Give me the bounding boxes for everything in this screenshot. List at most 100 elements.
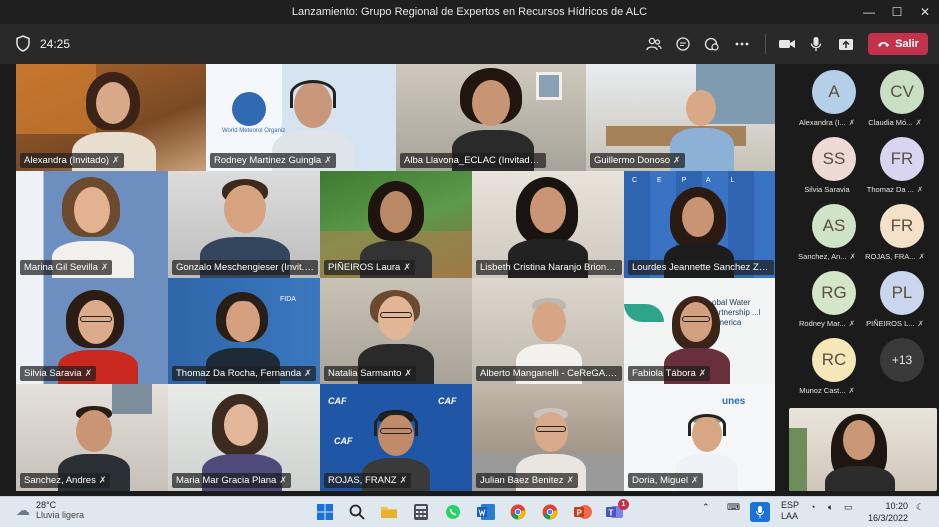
roster-item[interactable]: CV Claudia Mó... ✗ [859,64,931,132]
avatar: FR [880,204,924,248]
avatar: CV [880,70,924,114]
reactions-icon[interactable] [700,32,724,56]
video-tile[interactable]: PIÑEIROS Laura ✗ [320,171,472,278]
file-explorer-icon[interactable] [379,502,399,522]
roster-name: ROJAS, FRA... [865,252,916,261]
weather-widget[interactable]: ☁ 28°C Lluvia ligera [16,500,84,520]
roster-item[interactable]: RG Rodney Mar... ✗ [791,265,863,333]
video-tile[interactable]: FIDA Thomaz Da Rocha, Fernanda ✗ [168,278,320,384]
video-tile[interactable]: Guillermo Donoso ✗ [586,64,775,171]
chrome-icon[interactable] [540,502,560,522]
roster-item[interactable]: AS Sanchez, An... ✗ [791,198,863,266]
roster-item[interactable]: FR Thomaz Da ... ✗ [859,131,931,199]
mic-off-icon: ✗ [915,118,922,127]
system-clock[interactable]: 10:20 16/3/2022 [858,500,908,524]
teams-icon[interactable]: T 1 [605,499,629,522]
roster-item[interactable]: SS Silvia Saravia [791,131,863,199]
clock-date: 16/3/2022 [867,513,908,523]
keyboard-layout: LAA [781,511,799,521]
clock-time: 10:20 [885,501,908,511]
video-tile[interactable]: Sanchez, Andres ✗ [16,384,168,491]
video-tile[interactable]: Marina Gil Sevilla ✗ [16,171,168,278]
participant-name: Marina Gil Sevilla ✗ [20,260,113,275]
mic-off-icon: ✗ [918,252,925,261]
word-icon[interactable] [476,502,496,522]
participant-name: Guillermo Donoso ✗ [590,153,685,168]
participant-name: Alexandra (Invitado) ✗ [20,153,124,168]
participant-name: ROJAS, FRANZ ✗ [324,473,412,488]
keyboard-icon[interactable]: ⌨ [727,502,740,513]
chevron-up-icon[interactable]: ⌃ [702,502,710,513]
roster-item[interactable]: PL PIÑEIROS L... ✗ [859,265,931,333]
roster-item[interactable]: RC Munoz Cast... ✗ [791,332,863,400]
battery-icon[interactable]: ▭ [844,502,853,513]
roster-name: Thomaz Da ... [866,185,914,194]
participant-name: Maria Mar Gracia Plana ✗ [172,473,291,488]
avatar: A [812,70,856,114]
video-tile[interactable]: Gonzalo Meschengieser (Invit...✗ [168,171,320,278]
video-tile[interactable]: Alba Llavona_ECLAC (Invitado)✗ [396,64,586,171]
mic-icon[interactable] [804,32,828,56]
leave-button[interactable]: Salir [868,33,928,55]
notification-badge: 1 [618,499,629,510]
participant-name: Doria, Miguel ✗ [628,473,703,488]
roster-name: PIÑEIROS L... [866,319,915,328]
participant-name: Fabiola Tábora ✗ [628,366,711,381]
video-tile[interactable]: Alexandra (Invitado) ✗ [16,64,206,171]
share-icon[interactable] [834,32,858,56]
search-icon[interactable] [347,502,367,522]
input-language[interactable]: ESP LAA [781,500,799,522]
self-view-video[interactable] [789,408,937,491]
close-button[interactable]: ✕ [911,0,939,24]
chat-icon[interactable] [671,32,695,56]
avatar: RC [812,338,856,382]
whatsapp-icon[interactable] [443,502,463,522]
roster-item[interactable]: A Alexandra (I... ✗ [791,64,863,132]
svg-text:P: P [577,509,583,518]
minimize-button[interactable]: — [855,0,883,24]
video-tile[interactable]: obal Water ...rtnership ...l America Fab… [624,278,775,384]
video-tile[interactable]: Lisbeth Cristina Naranjo Briones✗ [472,171,624,278]
mic-off-icon: ✗ [848,386,855,395]
video-tile[interactable]: World Meteorol Organiz Rodney Martinez G… [206,64,396,171]
leave-label: Salir [895,38,919,50]
roster-name: Claudia Mó... [868,118,913,127]
shield-icon [16,35,30,52]
mic-in-use-icon[interactable] [750,502,770,522]
fida-text: FIDA [280,296,296,303]
participant-name: Thomaz Da Rocha, Fernanda ✗ [172,366,316,381]
powerpoint-icon[interactable]: P [573,502,593,522]
video-tile[interactable]: CAF CAF CAF ROJAS, FRANZ ✗ [320,384,472,491]
video-tile[interactable]: unes Doria, Miguel ✗ [624,384,775,491]
roster-name: Sanchez, An... [798,252,847,261]
video-tile[interactable]: Silvia Saravia ✗ [16,278,168,384]
avatar: AS [812,204,856,248]
cepal-text: CEPAL [632,177,755,184]
weather-temperature: 28°C [36,500,57,510]
more-icon[interactable] [730,32,754,56]
video-tile[interactable]: Maria Mar Gracia Plana ✗ [168,384,320,491]
volume-icon[interactable]: 🔈︎ [828,502,833,513]
participant-name: Lourdes Jeannette Sanchez Z...✗ [628,260,774,275]
wifi-icon[interactable]: ◔ [810,502,815,512]
roster-overflow-button[interactable]: +13 [859,332,931,400]
participant-name: Alba Llavona_ECLAC (Invitado)✗ [400,153,546,168]
video-tile[interactable]: Natalia Sarmanto ✗ [320,278,472,384]
avatar: FR [880,137,924,181]
participant-name: Rodney Martinez Guingla ✗ [210,153,336,168]
avatar: SS [812,137,856,181]
overflow-count: +13 [880,338,924,382]
language-code: ESP [781,500,800,510]
calculator-icon[interactable] [411,502,431,522]
people-icon[interactable] [642,32,666,56]
video-tile[interactable]: CEPAL Lourdes Jeannette Sanchez Z...✗ [624,171,775,278]
roster-item[interactable]: FR ROJAS, FRA... ✗ [859,198,931,266]
chrome-icon[interactable] [508,502,528,522]
camera-icon[interactable] [775,32,799,56]
participant-name: Sanchez, Andres ✗ [20,473,111,488]
maximize-button[interactable]: ☐ [883,0,911,24]
video-tile[interactable]: Julian Baez Benitez ✗ [472,384,624,491]
windows-start-icon[interactable] [315,502,335,522]
notification-icon[interactable]: ☾ [916,502,924,513]
video-tile[interactable]: Alberto Manganelli - CeReGA...✗ [472,278,624,384]
